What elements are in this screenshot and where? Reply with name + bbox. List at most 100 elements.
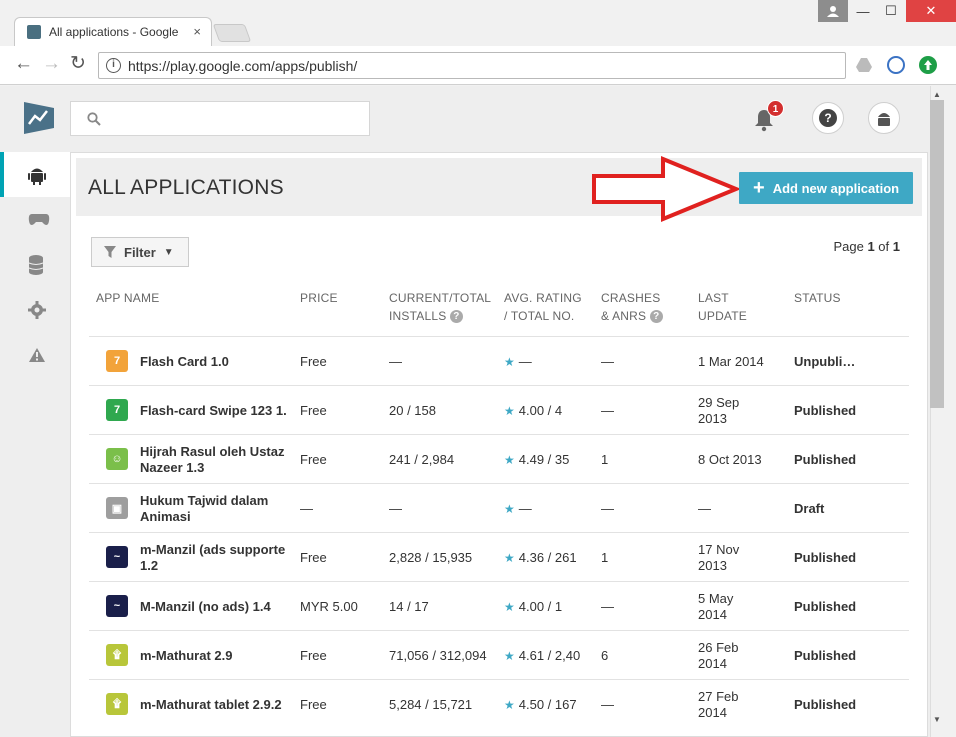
sidebar-item-alerts[interactable] (0, 332, 70, 377)
user-profile-icon[interactable] (818, 0, 848, 22)
star-icon: ★ (504, 648, 515, 663)
sync-extension-icon[interactable] (887, 56, 905, 74)
column-header-app-name[interactable]: APP NAME (96, 289, 159, 307)
app-name[interactable]: M-Manzil (no ads) 1.4 (140, 590, 286, 623)
last-update-cell: 1 Mar 2014 (698, 345, 788, 378)
tab-title: All applications - Google (49, 25, 179, 39)
update-line2: 2013 (698, 410, 727, 426)
site-info-icon[interactable]: i (106, 58, 121, 73)
minimize-button[interactable]: — (848, 0, 878, 22)
search-input[interactable] (70, 101, 370, 136)
red-arrow-annotation-icon (592, 156, 741, 222)
close-window-button[interactable]: ✕ (906, 0, 956, 22)
app-icon: ۩ (106, 644, 128, 666)
app-name[interactable]: Flash Card 1.0 (140, 345, 286, 378)
pager-current: 1 (867, 239, 875, 254)
installs-cell: — (389, 500, 402, 516)
price-cell: Free (300, 402, 327, 418)
play-console-logo-icon[interactable] (22, 100, 56, 136)
help-icon: ? (819, 109, 837, 127)
help-button[interactable]: ? (812, 102, 844, 134)
browser-tab[interactable]: All applications - Google × (14, 17, 212, 46)
column-header-status[interactable]: STATUS (794, 289, 841, 307)
app-name[interactable]: Flash-card Swipe 123 1. (140, 394, 286, 427)
app-icon: ☺ (106, 448, 128, 470)
column-header-crashes[interactable]: CRASHES & ANRS ? (601, 289, 663, 325)
update-line1: 8 Oct 2013 (698, 451, 762, 467)
sidebar-item-all-applications[interactable] (0, 152, 70, 197)
last-update-cell: 17 Nov 2013 (698, 541, 788, 574)
new-tab-button[interactable] (212, 24, 252, 42)
rating-value: 4.00 / 1 (518, 598, 563, 614)
app-name-line2: Animasi (140, 508, 191, 524)
account-avatar-button[interactable] (868, 102, 900, 134)
crashes-cell: — (601, 696, 614, 712)
update-line1: — (698, 500, 711, 516)
update-extension-icon[interactable] (919, 56, 937, 74)
forward-arrow-icon[interactable]: → (42, 54, 61, 74)
table-row[interactable]: ~ M-Manzil (no ads) 1.4 MYR 5.00 14 / 17 ★ 4.… (89, 581, 909, 630)
app-name[interactable]: m-Mathurat tablet 2.9.2 (140, 688, 286, 721)
google-drive-extension-icon[interactable] (855, 56, 873, 74)
page-title: ALL APPLICATIONS (88, 176, 284, 199)
table-row[interactable]: ~ m-Manzil (ads supporte 1.2 Free 2,828 / 15… (89, 532, 909, 581)
crashes-cell: — (601, 598, 614, 614)
price-cell: Free (300, 353, 327, 369)
table-row[interactable]: ☺ Hijrah Rasul oleh Ustaz Nazeer 1.3 Free 24… (89, 434, 909, 483)
app-name-line2: 1.2 (140, 557, 159, 573)
crashes-cell: 1 (601, 451, 609, 467)
crashes-help-icon[interactable]: ? (649, 310, 663, 324)
scroll-down-arrow-icon[interactable]: ▼ (933, 715, 941, 724)
app-name-line1: m-Mathurat tablet 2.9.2 (140, 696, 282, 712)
table-row[interactable]: 7 Flash-card Swipe 123 1. Free 20 / 158 ★ 4.0… (89, 385, 909, 434)
last-update-cell: — (698, 492, 788, 525)
rating-value: 4.49 / 35 (518, 451, 570, 467)
gear-icon (28, 300, 46, 319)
reload-icon[interactable]: ↻ (70, 54, 86, 74)
price-cell: Free (300, 451, 327, 467)
installs-help-icon[interactable]: ? (449, 310, 463, 324)
plus-icon: + (753, 177, 765, 199)
sidebar-item-download-reports[interactable] (0, 242, 70, 287)
notification-count-badge: 1 (767, 100, 784, 117)
sidebar-item-settings[interactable] (0, 287, 70, 332)
column-header-rating[interactable]: AVG. RATING / TOTAL NO. (504, 289, 582, 325)
address-bar[interactable]: i https://play.google.com/apps/publish/ (98, 52, 846, 79)
sidebar-item-game-services[interactable] (0, 197, 70, 242)
panel-header: ALL APPLICATIONS + Add new application (76, 156, 922, 222)
update-line1: 27 Feb (698, 688, 739, 704)
update-line1: 29 Sep (698, 394, 740, 410)
star-icon: ★ (504, 501, 515, 516)
scroll-up-arrow-icon[interactable]: ▲ (933, 90, 941, 99)
crashes-cell: 6 (601, 647, 609, 663)
update-header-line1: LAST (698, 291, 729, 305)
column-header-last-update[interactable]: LAST UPDATE (698, 289, 747, 325)
table-row[interactable]: 7 Flash Card 1.0 Free — ★ — —1 Mar 2014 Unpubli… (89, 336, 909, 385)
update-line2: 2013 (698, 557, 727, 573)
star-icon: ★ (504, 599, 515, 614)
price-cell: Free (300, 549, 327, 565)
table-row[interactable]: ۩ m-Mathurat 2.9 Free 71,056 / 312,094 ★ 4.61… (89, 630, 909, 679)
scrollbar-thumb[interactable] (930, 100, 944, 408)
table-row[interactable]: ۩ m-Mathurat tablet 2.9.2 Free 5,284 / 15,7… (89, 679, 909, 728)
status-cell: Draft (794, 500, 825, 516)
column-header-price[interactable]: PRICE (300, 289, 338, 307)
app-name[interactable]: m-Manzil (ads supporte 1.2 (140, 541, 286, 574)
app-name[interactable]: Hijrah Rasul oleh Ustaz Nazeer 1.3 (140, 443, 286, 476)
crashes-header-line1: CRASHES (601, 291, 661, 305)
add-new-application-button[interactable]: + Add new application (739, 172, 913, 204)
tab-close-icon[interactable]: × (193, 24, 201, 39)
column-header-installs[interactable]: CURRENT/TOTAL INSTALLS ? (389, 289, 491, 325)
rating-value: 4.50 / 167 (518, 696, 577, 712)
maximize-button[interactable]: ☐ (876, 0, 906, 22)
app-name[interactable]: m-Mathurat 2.9 (140, 639, 286, 672)
rating-cell: ★ 4.00 / 1 (504, 590, 588, 623)
filter-button[interactable]: Filter ▼ (91, 237, 189, 267)
installs-cell: 20 / 158 (389, 402, 436, 418)
price-cell: Free (300, 696, 327, 712)
table-row[interactable]: ▣ Hukum Tajwid dalam Animasi — — ★ — — — Draft (89, 483, 909, 532)
app-name[interactable]: Hukum Tajwid dalam Animasi (140, 492, 286, 525)
status-cell: Published (794, 598, 857, 614)
rating-cell: ★ 4.36 / 261 (504, 541, 588, 574)
back-arrow-icon[interactable]: ← (14, 54, 33, 74)
